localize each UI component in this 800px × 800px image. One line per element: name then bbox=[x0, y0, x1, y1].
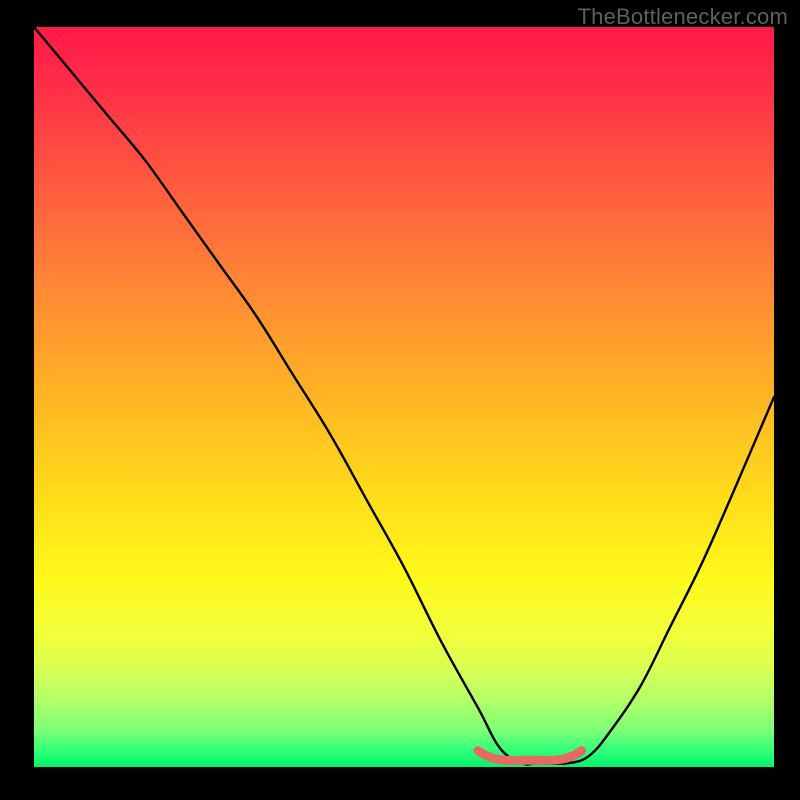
chart-frame: TheBottlenecker.com bbox=[0, 0, 800, 800]
optimal-range-marker bbox=[478, 751, 582, 761]
chart-svg bbox=[34, 27, 774, 767]
watermark-text: TheBottlenecker.com bbox=[578, 4, 788, 30]
bottleneck-curve bbox=[34, 27, 774, 765]
plot-area bbox=[34, 27, 774, 767]
